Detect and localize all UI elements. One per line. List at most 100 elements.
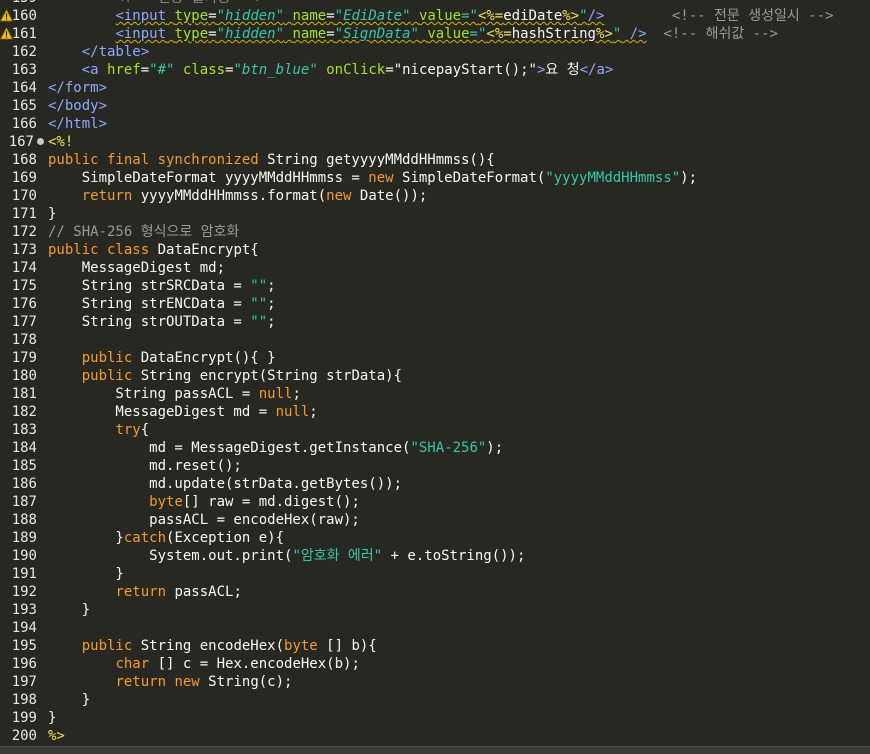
code-line[interactable]: 185 md.reset(); (0, 457, 870, 475)
code-token: (Exception e){ (166, 530, 285, 546)
line-gutter[interactable]: 189 (0, 529, 44, 547)
line-gutter[interactable]: 169 (0, 169, 44, 187)
code-token: ; (267, 278, 276, 294)
code-line[interactable]: 190 System.out.print("암호화 에러" + e.toStri… (0, 547, 870, 565)
line-gutter[interactable]: 170 (0, 187, 44, 205)
line-number: 181 (11, 386, 37, 402)
line-gutter[interactable]: 184 (0, 439, 44, 457)
code-line[interactable]: 169 SimpleDateFormat yyyyMMddHHmmss = ne… (0, 169, 870, 187)
code-line[interactable]: 186 md.update(strData.getBytes()); (0, 475, 870, 493)
line-gutter[interactable]: 162 (0, 43, 44, 61)
line-gutter[interactable]: 176 (0, 295, 44, 313)
line-gutter[interactable]: 196 (0, 655, 44, 673)
code-text: </table> (48, 43, 149, 61)
line-gutter[interactable]: 172 (0, 223, 44, 241)
code-line[interactable]: 181 String passACL = null; (0, 385, 870, 403)
line-gutter[interactable]: 190 (0, 547, 44, 565)
code-line[interactable]: 164 </form> (0, 79, 870, 97)
code-line[interactable]: 200 %> (0, 727, 870, 745)
code-line[interactable]: 182 MessageDigest md = null; (0, 403, 870, 421)
code-token: /> (587, 8, 605, 24)
line-gutter[interactable]: 163 (0, 61, 44, 79)
line-gutter[interactable]: 171 (0, 205, 44, 223)
code-token: SimpleDateFormat( (393, 170, 546, 186)
code-line[interactable]: 163 <a href="#" class="btn_blue" onClick… (0, 61, 870, 79)
code-line[interactable]: 192 return passACL; (0, 583, 870, 601)
line-gutter[interactable]: 200 (0, 727, 44, 745)
code-text: <a href="#" class="btn_blue" onClick="ni… (48, 61, 614, 79)
line-gutter[interactable]: 174 (0, 259, 44, 277)
line-gutter[interactable]: 168 (0, 151, 44, 169)
code-line[interactable]: 159 <!-- 전송 불가능 --> (0, 0, 870, 7)
code-line[interactable]: 196 char [] c = Hex.encodeHex(b); (0, 655, 870, 673)
code-line[interactable]: 171} (0, 205, 870, 223)
line-gutter[interactable]: 185 (0, 457, 44, 475)
code-line[interactable]: 170 return yyyyMMddHHmmss.format(new Dat… (0, 187, 870, 205)
code-line[interactable]: 179 public DataEncrypt(){ } (0, 349, 870, 367)
code-line[interactable]: 175 String strSRCData = ""; (0, 277, 870, 295)
line-gutter[interactable]: 161 (0, 25, 44, 43)
line-gutter[interactable]: 166 (0, 115, 44, 133)
code-line[interactable]: 174 MessageDigest md; (0, 259, 870, 277)
line-gutter[interactable]: 192 (0, 583, 44, 601)
line-gutter[interactable]: 197 (0, 673, 44, 691)
code-token: value (418, 8, 462, 24)
code-line[interactable]: 197 return new String(c); (0, 673, 870, 691)
code-token: return (81, 188, 133, 204)
code-line[interactable]: 173 public class DataEncrypt{ (0, 241, 870, 259)
line-gutter[interactable]: 167 (0, 133, 44, 151)
code-line[interactable]: 199} (0, 709, 870, 727)
code-line[interactable]: 168 public final synchronized String gety… (0, 151, 870, 169)
line-gutter[interactable]: 193 (0, 601, 44, 619)
line-gutter[interactable]: 159 (0, 0, 44, 7)
line-gutter[interactable]: 182 (0, 403, 44, 421)
code-line[interactable]: 166 </html> (0, 115, 870, 133)
code-line[interactable]: 184 md = MessageDigest.getInstance("SHA-… (0, 439, 870, 457)
fold-marker-icon[interactable] (37, 138, 44, 145)
code-line[interactable]: 189 }catch(Exception e){ (0, 529, 870, 547)
code-line[interactable]: 178 (0, 331, 870, 349)
code-line[interactable]: 194 (0, 619, 870, 637)
line-gutter[interactable]: 173 (0, 241, 44, 259)
line-number: 182 (11, 404, 37, 420)
code-line[interactable]: 177 String strOUTData = ""; (0, 313, 870, 331)
code-line[interactable]: 198 } (0, 691, 870, 709)
code-line[interactable]: 160 <input type="hidden" name="EdiDate" … (0, 7, 870, 25)
line-gutter[interactable]: 165 (0, 97, 44, 115)
line-number: 159 (12, 0, 37, 7)
code-editor[interactable]: 159 <!-- 전송 불가능 -->160 <input type="hidd… (0, 0, 870, 753)
line-gutter[interactable]: 180 (0, 367, 44, 385)
line-gutter[interactable]: 175 (0, 277, 44, 295)
line-gutter[interactable]: 181 (0, 385, 44, 403)
line-gutter[interactable]: 187 (0, 493, 44, 511)
code-line[interactable]: 165 </body> (0, 97, 870, 115)
line-gutter[interactable]: 195 (0, 637, 44, 655)
line-gutter[interactable]: 177 (0, 313, 44, 331)
code-line[interactable]: 183 try{ (0, 421, 870, 439)
line-gutter[interactable]: 199 (0, 709, 44, 727)
line-gutter[interactable]: 198 (0, 691, 44, 709)
code-line[interactable]: 161 <input type="hidden" name="SignData"… (0, 25, 870, 43)
line-gutter[interactable]: 164 (0, 79, 44, 97)
code-line[interactable]: 180 public String encrypt(String strData… (0, 367, 870, 385)
code-line[interactable]: 162 </table> (0, 43, 870, 61)
line-gutter[interactable]: 186 (0, 475, 44, 493)
line-gutter[interactable]: 183 (0, 421, 44, 439)
code-line[interactable]: 187 byte[] raw = md.digest(); (0, 493, 870, 511)
line-gutter[interactable]: 178 (0, 331, 44, 349)
code-line[interactable]: 188 passACL = encodeHex(raw); (0, 511, 870, 529)
code-token: try (115, 422, 141, 438)
code-line[interactable]: 193 } (0, 601, 870, 619)
code-line[interactable]: 191 } (0, 565, 870, 583)
line-gutter[interactable]: 191 (0, 565, 44, 583)
line-gutter[interactable]: 188 (0, 511, 44, 529)
code-line[interactable]: 195 public String encodeHex(byte [] b){ (0, 637, 870, 655)
code-line[interactable]: 167 <%! (0, 133, 870, 151)
code-line[interactable]: 176 String strENCData = ""; (0, 295, 870, 313)
line-gutter[interactable]: 194 (0, 619, 44, 637)
line-gutter[interactable]: 179 (0, 349, 44, 367)
code-line[interactable]: 172 // SHA-256 형식으로 암호화 (0, 223, 870, 241)
line-gutter[interactable]: 160 (0, 7, 44, 25)
